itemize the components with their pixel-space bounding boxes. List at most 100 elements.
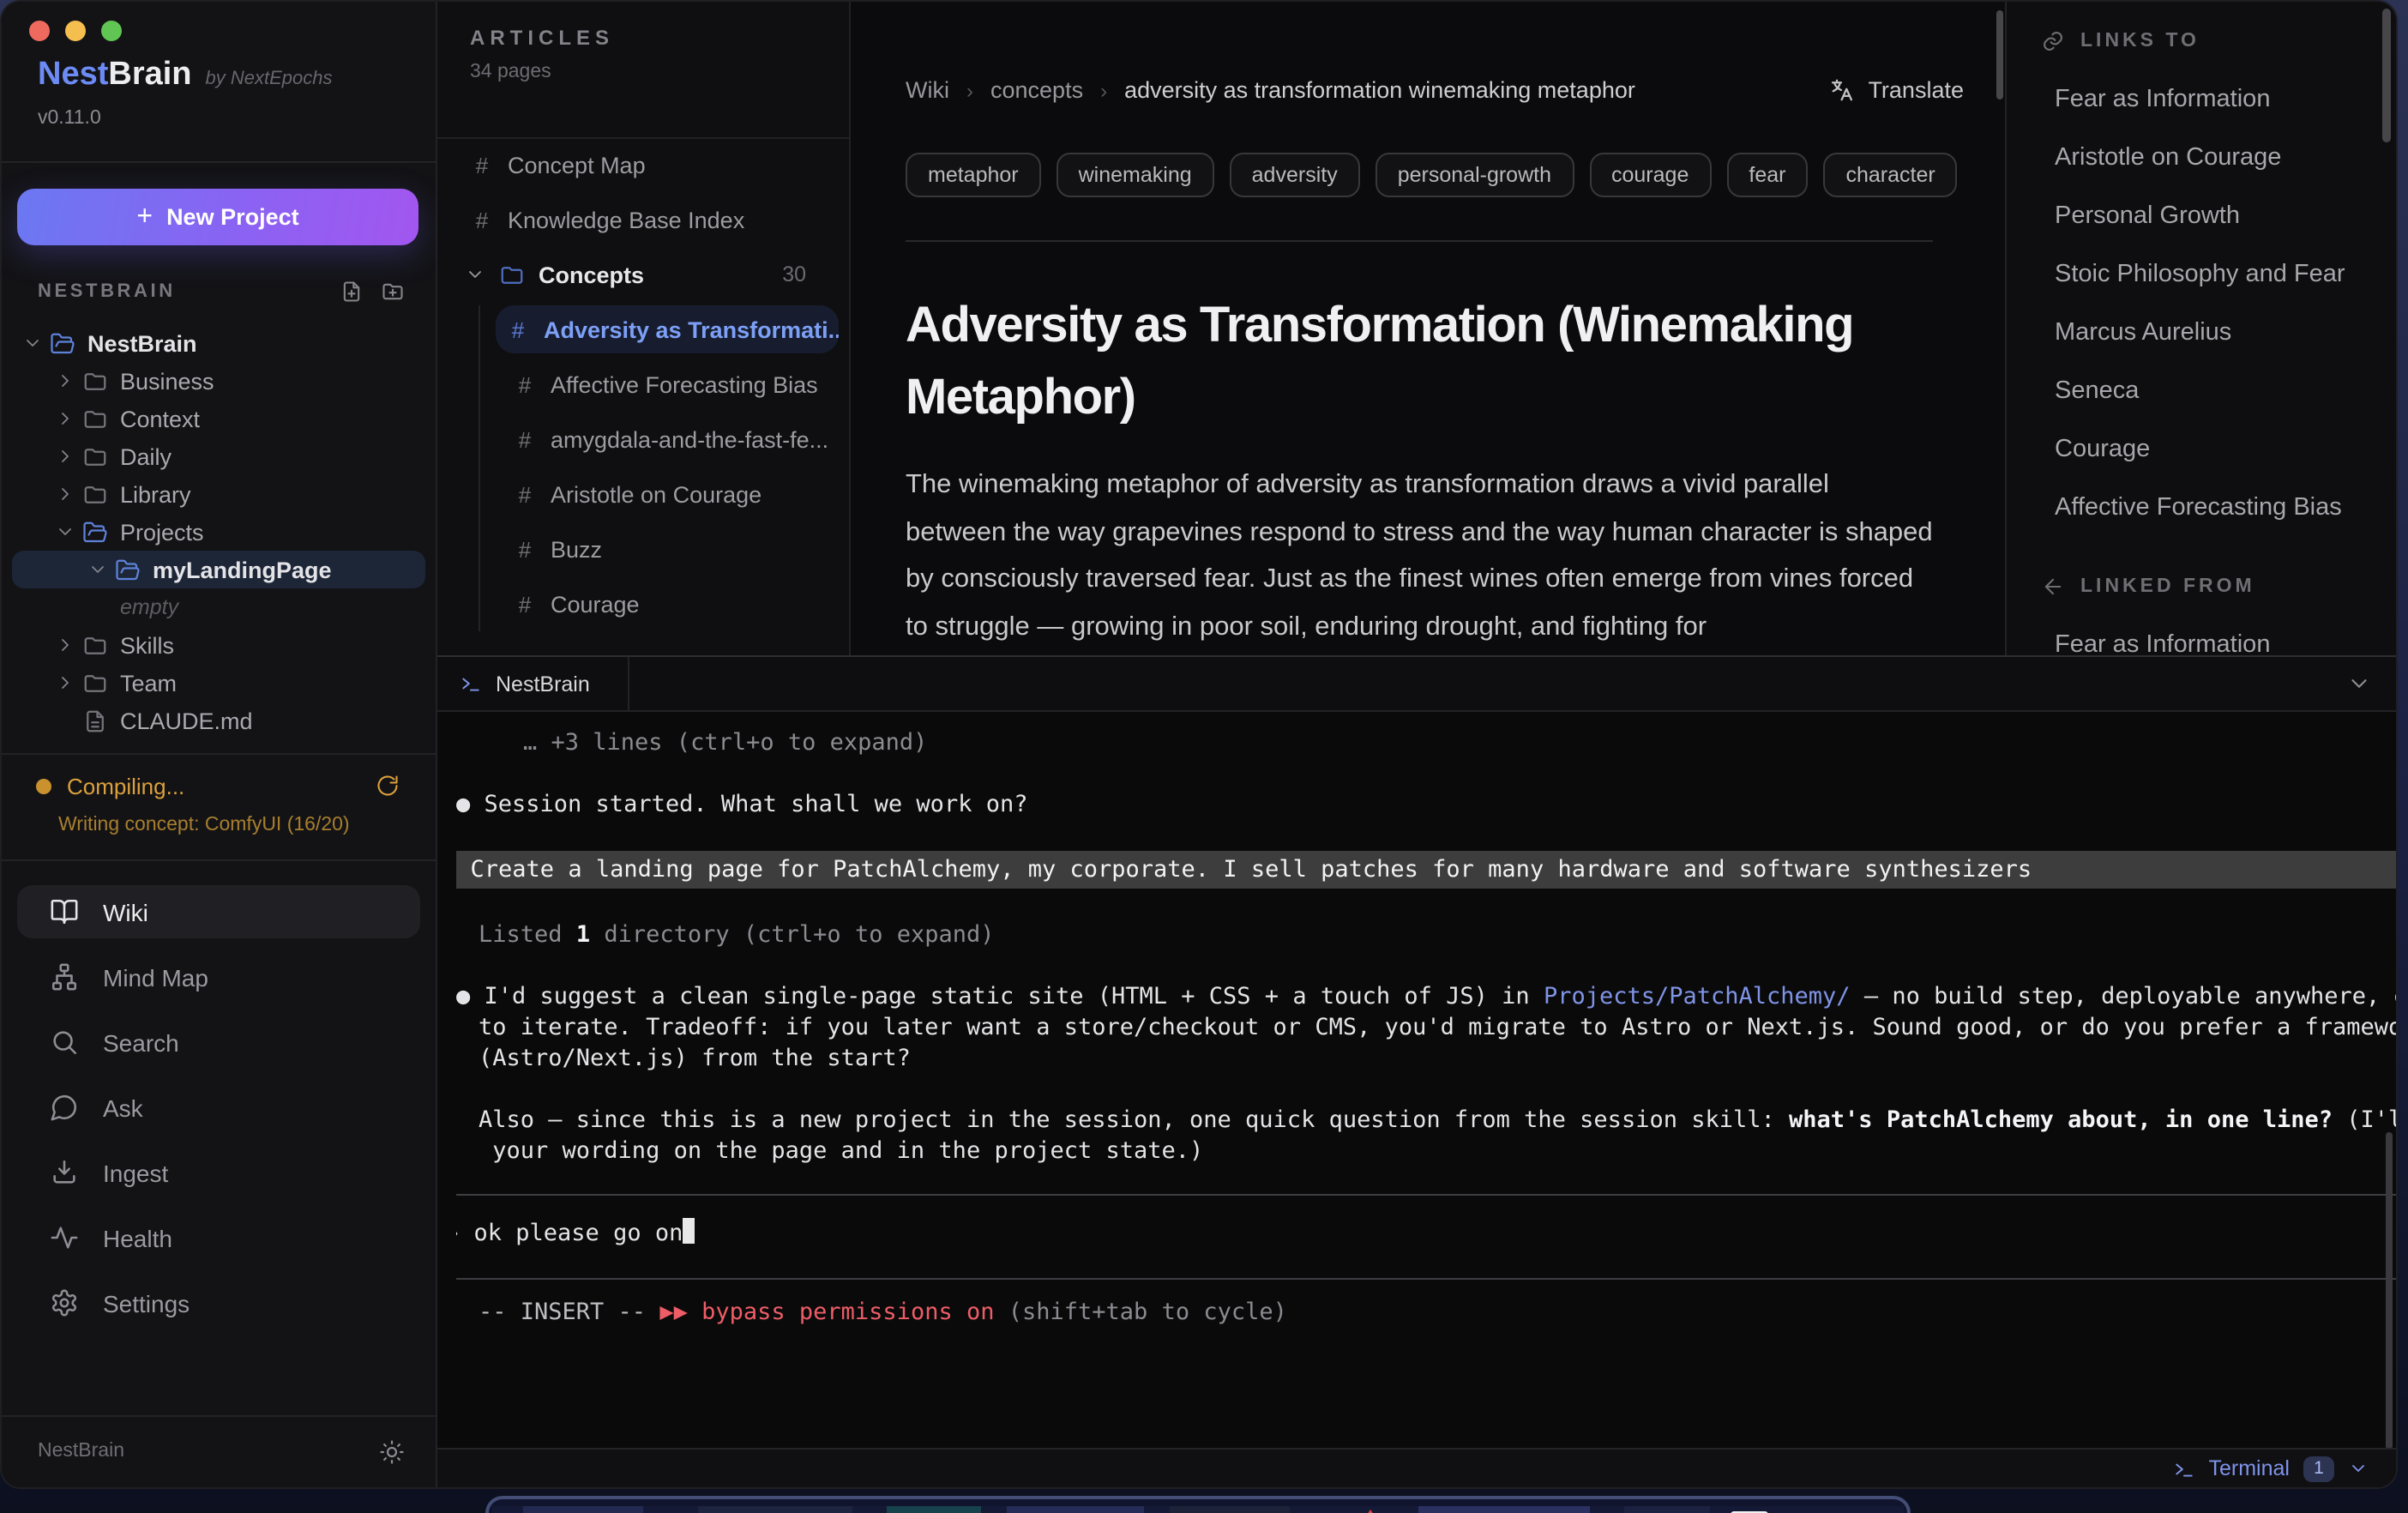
- footer-brand-label: NestBrain: [38, 1441, 124, 1462]
- terminal-output[interactable]: … +3 lines (ctrl+o to expand)● Session s…: [456, 712, 2396, 1448]
- terminal-menu-chevron-icon[interactable]: [2348, 1458, 2369, 1479]
- vault-section-header: NESTBRAIN: [38, 280, 405, 304]
- tag-personal-growth[interactable]: personal-growth: [1376, 153, 1574, 197]
- links-to-list: Fear as InformationAristotle on CourageP…: [2055, 70, 2382, 537]
- tree-item-empty[interactable]: empty: [12, 588, 425, 626]
- links-scrollbar[interactable]: [2382, 9, 2391, 142]
- tree-item-daily[interactable]: Daily: [12, 437, 425, 475]
- article-item-affective-forecasting-bias[interactable]: #Affective Forecasting Bias: [480, 357, 849, 412]
- linked-from-label: LINKED FROM: [2080, 576, 2255, 597]
- folder-icon: [82, 406, 108, 431]
- link-item-marcus-aurelius[interactable]: Marcus Aurelius: [2055, 304, 2382, 362]
- main-scrollbar[interactable]: [1996, 10, 2003, 99]
- terminal-line: (Astro/Next.js) from the start?: [456, 1043, 2396, 1074]
- article-item-aristotle-on-courage[interactable]: #Aristotle on Courage: [480, 467, 849, 521]
- zoom-window-button[interactable]: [101, 21, 122, 41]
- translate-icon: [1828, 77, 1854, 103]
- file-icon: [82, 708, 108, 733]
- tag-courage[interactable]: courage: [1589, 153, 1711, 197]
- article-folder-concepts[interactable]: Concepts30: [437, 247, 849, 302]
- article-item-knowledge-base-index[interactable]: #Knowledge Base Index: [437, 192, 849, 247]
- brand-secondary: Brain: [108, 57, 191, 93]
- breadcrumb-item[interactable]: concepts: [990, 77, 1083, 103]
- tree-item-claude-md[interactable]: CLAUDE.md: [12, 702, 425, 739]
- compile-status: Compiling... Writing concept: ComfyUI (1…: [2, 753, 436, 861]
- new-file-icon[interactable]: [340, 280, 364, 304]
- brand-byline: by NextEpochs: [206, 69, 333, 89]
- linked-from-header: LINKED FROM: [2041, 575, 2255, 599]
- breadcrumb: Wiki›concepts›adversity as transformatio…: [906, 77, 1964, 103]
- sidebar-item-search[interactable]: Search: [17, 1016, 420, 1069]
- minimize-window-button[interactable]: [65, 21, 86, 41]
- tag-metaphor[interactable]: metaphor: [906, 153, 1041, 197]
- tree-item-nestbrain[interactable]: NestBrain: [12, 324, 425, 362]
- terminal-panel: NestBrain … +3 lines (ctrl+o to expand)●…: [437, 655, 2396, 1487]
- tree-item-projects[interactable]: Projects: [12, 513, 425, 551]
- tree-item-team[interactable]: Team: [12, 664, 425, 702]
- translate-label: Translate: [1868, 77, 1964, 103]
- tree-item-context[interactable]: Context: [12, 400, 425, 437]
- sidebar-nav: Wiki Mind Map Search Ask Ingest Health Setting…: [17, 885, 420, 1341]
- breadcrumb-item[interactable]: Wiki: [906, 77, 949, 103]
- sidebar-item-settings[interactable]: Settings: [17, 1276, 420, 1329]
- tag-fear[interactable]: fear: [1726, 153, 1808, 197]
- breadcrumb-item[interactable]: adversity as transformation winemaking m…: [1124, 77, 1635, 103]
- article-group: #Adversity as Transformati...#Affective …: [479, 305, 849, 631]
- book-icon: [50, 897, 79, 926]
- new-folder-icon[interactable]: [381, 280, 405, 304]
- terminal-scrollbar[interactable]: [2386, 1132, 2393, 1450]
- tree-item-business[interactable]: Business: [12, 362, 425, 400]
- chevron-down-icon: [22, 333, 43, 353]
- link-item-stoic-philosophy-and-fear[interactable]: Stoic Philosophy and Fear: [2055, 245, 2382, 304]
- refresh-icon[interactable]: [376, 774, 400, 798]
- links-to-header: LINKS TO: [2041, 29, 2200, 53]
- terminal-status-label[interactable]: Terminal: [2209, 1456, 2291, 1480]
- sidebar-item-ask[interactable]: Ask: [17, 1081, 420, 1134]
- terminal-blank-line: [456, 889, 2396, 919]
- article-item-courage[interactable]: #Courage: [480, 576, 849, 631]
- compile-status-title: Compiling...: [67, 774, 184, 799]
- sidebar-item-health[interactable]: Health: [17, 1211, 420, 1264]
- link-item-affective-forecasting-bias[interactable]: Affective Forecasting Bias: [2055, 479, 2382, 537]
- chevron-down-icon: [55, 521, 75, 542]
- terminal-tab[interactable]: NestBrain: [437, 657, 629, 710]
- translate-button[interactable]: Translate: [1828, 77, 1964, 103]
- sidebar-item-ingest[interactable]: Ingest: [17, 1146, 420, 1199]
- tag-character[interactable]: character: [1823, 153, 1957, 197]
- link-icon: [2041, 29, 2065, 53]
- tree-item-skills[interactable]: Skills: [12, 626, 425, 664]
- link-item-fear-as-information[interactable]: Fear as Information: [2055, 70, 2382, 129]
- collapse-terminal-chevron-icon[interactable]: [2346, 671, 2372, 696]
- link-item-personal-growth[interactable]: Personal Growth: [2055, 187, 2382, 245]
- article-item-concept-map[interactable]: #Concept Map: [437, 137, 849, 192]
- link-item-courage[interactable]: Courage: [2055, 420, 2382, 479]
- status-dot: [36, 779, 51, 794]
- new-project-button[interactable]: + New Project: [17, 189, 418, 245]
- folder-open-icon: [82, 519, 108, 545]
- folder-icon: [82, 670, 108, 696]
- terminal-count-badge: 1: [2303, 1456, 2334, 1481]
- sidebar-item-mind-map[interactable]: Mind Map: [17, 950, 420, 1004]
- chevron-right-icon: [55, 371, 75, 391]
- sidebar-item-wiki[interactable]: Wiki: [17, 885, 420, 938]
- terminal-input-line[interactable]: ❯ ok please go on: [456, 1216, 2396, 1251]
- link-item-aristotle-on-courage[interactable]: Aristotle on Courage: [2055, 129, 2382, 187]
- chevron-right-icon: [55, 408, 75, 429]
- activity-icon: [50, 1223, 79, 1252]
- link-item-seneca[interactable]: Seneca: [2055, 362, 2382, 420]
- article-item-adversity-as-transformati[interactable]: #Adversity as Transformati...: [496, 305, 839, 353]
- terminal-prompt-icon: [460, 672, 482, 695]
- article-body: The winemaking metaphor of adversity as …: [906, 461, 1935, 650]
- articles-count: 34 pages: [470, 62, 614, 82]
- file-tree: NestBrainBusinessContextDailyLibraryProj…: [12, 324, 425, 739]
- article-item-amygdala-and-the-fast-fe[interactable]: #amygdala-and-the-fast-fe...: [480, 412, 849, 467]
- article-item-buzz[interactable]: #Buzz: [480, 521, 849, 576]
- tree-item-mylandingpage[interactable]: myLandingPage: [12, 551, 425, 588]
- tag-winemaking[interactable]: winemaking: [1057, 153, 1214, 197]
- terminal-blank-line: [456, 1074, 2396, 1105]
- tag-adversity[interactable]: adversity: [1230, 153, 1360, 197]
- theme-toggle-sun-icon[interactable]: [379, 1439, 405, 1465]
- links-to-label: LINKS TO: [2080, 31, 2200, 51]
- close-window-button[interactable]: [29, 21, 50, 41]
- tree-item-library[interactable]: Library: [12, 475, 425, 513]
